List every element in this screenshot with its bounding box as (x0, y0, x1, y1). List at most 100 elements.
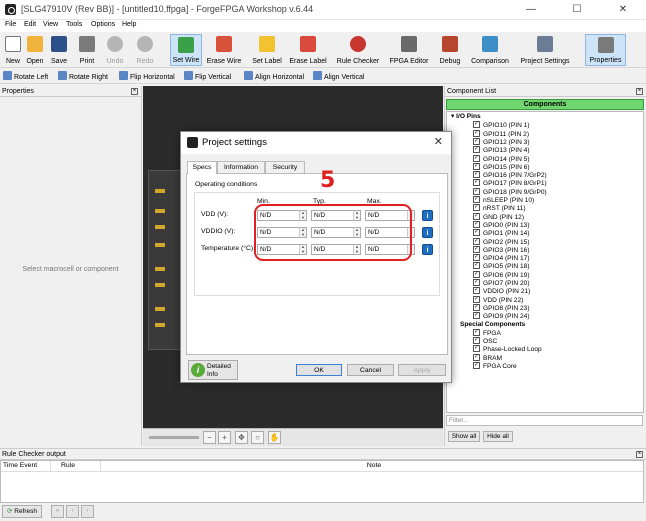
show-all-button[interactable]: Show all (448, 431, 480, 442)
list-item[interactable]: GPIO18 (PIN 9/GrP0) (473, 187, 547, 196)
checkbox-checked-icon[interactable] (473, 295, 480, 303)
flip-vertical-button[interactable]: Flip Vertical (184, 71, 231, 82)
rotate-left-button[interactable]: Rotate Left (3, 71, 48, 82)
tab-information[interactable]: Information (217, 161, 265, 173)
detailed-info-button[interactable]: i Detailed Info (188, 360, 238, 380)
undo-button[interactable]: Undo (103, 34, 127, 66)
list-item[interactable]: GPIO9 (PIN 24) (473, 311, 530, 320)
fit-icon[interactable]: ○ (251, 431, 264, 444)
menu-view[interactable]: View (43, 21, 58, 28)
zoom-in-icon[interactable]: + (218, 431, 231, 444)
checkbox-checked-icon[interactable] (473, 336, 480, 345)
list-item[interactable]: GPIO16 (PIN 7/GrP2) (473, 170, 547, 179)
refresh-button[interactable]: ⟳ Refresh (2, 505, 42, 518)
tab-specs[interactable]: Specs (187, 161, 217, 174)
checkbox-checked-icon[interactable] (473, 170, 480, 179)
open-button[interactable]: Open (24, 34, 46, 66)
list-item[interactable]: GPIO1 (PIN 14) (473, 228, 530, 237)
hand-icon[interactable]: ✋ (268, 431, 281, 444)
checkbox-checked-icon[interactable] (473, 286, 480, 295)
nav-next-icon[interactable]: › (81, 505, 94, 518)
list-item[interactable]: GPIO11 (PIN 2) (473, 129, 529, 138)
checkbox-checked-icon[interactable] (473, 328, 480, 336)
list-item[interactable]: GPIO0 (PIN 13) (473, 220, 530, 229)
close-icon[interactable]: × (636, 451, 643, 458)
filter-input[interactable]: Filter... (446, 415, 643, 426)
checkbox-checked-icon[interactable] (473, 270, 480, 278)
checkbox-checked-icon[interactable] (473, 145, 480, 154)
menu-options[interactable]: Options (91, 21, 115, 28)
list-item[interactable]: nRST (PIN 11) (473, 203, 526, 212)
checkbox-checked-icon[interactable] (473, 212, 480, 220)
nav-first-icon[interactable]: « (51, 505, 64, 518)
comparison-button[interactable]: Comparison (469, 34, 511, 66)
vddio-info-icon[interactable]: i (422, 227, 433, 238)
menu-edit[interactable]: Edit (24, 21, 36, 28)
checkbox-checked-icon[interactable] (473, 187, 480, 195)
list-item[interactable]: GPIO17 (PIN 8/GrP1) (473, 178, 547, 187)
checkbox-checked-icon[interactable] (473, 303, 480, 311)
checkbox-checked-icon[interactable] (473, 353, 480, 361)
list-item[interactable]: GND (PIN 12) (473, 212, 524, 221)
list-item[interactable]: GPIO6 (PIN 19) (473, 270, 530, 279)
nav-prev-icon[interactable]: ‹ (66, 505, 79, 518)
save-button[interactable]: Save (47, 34, 71, 66)
rotate-right-button[interactable]: Rotate Right (58, 71, 108, 82)
checkbox-checked-icon[interactable] (473, 237, 480, 245)
close-icon[interactable]: × (131, 88, 138, 95)
checkbox-checked-icon[interactable] (473, 245, 480, 253)
cancel-button[interactable]: Cancel (347, 364, 394, 376)
ok-button[interactable]: OK (296, 364, 342, 376)
tab-security[interactable]: Security (265, 161, 305, 173)
list-item[interactable]: GPIO3 (PIN 16) (473, 245, 530, 254)
align-vertical-button[interactable]: Align Vertical (313, 71, 364, 82)
checkbox-checked-icon[interactable] (473, 261, 480, 270)
checkbox-checked-icon[interactable] (473, 129, 480, 137)
tree-group[interactable]: Special Components (460, 321, 525, 329)
zoom-out-icon[interactable]: − (203, 431, 216, 444)
list-item[interactable]: GPIO5 (PIN 18) (473, 261, 530, 270)
set-label-button[interactable]: Set Label (249, 34, 285, 66)
menu-help[interactable]: Help (122, 21, 136, 28)
erase-label-button[interactable]: Erase Label (288, 34, 328, 66)
zoom-slider[interactable] (149, 436, 199, 439)
fpga-editor-button[interactable]: FPGA Editor (387, 34, 431, 66)
list-item[interactable]: FPGA Core (473, 361, 517, 370)
checkbox-checked-icon[interactable] (473, 195, 480, 203)
list-item[interactable]: GPIO7 (PIN 20) (473, 278, 530, 287)
properties-button[interactable]: Properties (585, 34, 626, 66)
checkbox-checked-icon[interactable] (473, 120, 480, 129)
minimize-button[interactable]: — (508, 0, 554, 20)
checkbox-checked-icon[interactable] (473, 162, 480, 170)
list-item[interactable]: Phase-Locked Loop (473, 344, 542, 353)
debug-button[interactable]: Debug (436, 34, 464, 66)
list-item[interactable]: VDD (PIN 22) (473, 295, 523, 304)
temperature-info-icon[interactable]: i (422, 244, 433, 255)
list-item[interactable]: GPIO10 (PIN 1) (473, 120, 530, 129)
checkbox-checked-icon[interactable] (473, 253, 480, 262)
checkbox-checked-icon[interactable] (473, 203, 480, 212)
close-icon[interactable]: × (636, 88, 643, 95)
erase-wire-button[interactable]: Erase Wire (205, 34, 243, 66)
dialog-close-icon[interactable]: ✕ (434, 135, 443, 148)
list-item[interactable]: GPIO8 (PIN 23) (473, 303, 530, 312)
list-item[interactable]: GPIO14 (PIN 5) (473, 154, 530, 163)
redo-button[interactable]: Redo (133, 34, 157, 66)
list-item[interactable]: GPIO12 (PIN 3) (473, 137, 530, 146)
pan-icon[interactable]: ✥ (235, 431, 248, 444)
flip-horizontal-button[interactable]: Flip Horizontal (119, 71, 175, 82)
list-item[interactable]: nSLEEP (PIN 10) (473, 195, 534, 204)
checkbox-checked-icon[interactable] (473, 344, 480, 353)
new-button[interactable]: New (2, 34, 24, 66)
project-settings-button[interactable]: Project Settings (518, 34, 572, 66)
menu-tools[interactable]: Tools (66, 21, 82, 28)
checkbox-checked-icon[interactable] (473, 311, 480, 320)
menu-file[interactable]: File (5, 21, 16, 28)
align-horizontal-button[interactable]: Align Horizontal (244, 71, 304, 82)
list-item[interactable]: GPIO15 (PIN 6) (473, 162, 530, 171)
checkbox-checked-icon[interactable] (473, 154, 480, 162)
checkbox-checked-icon[interactable] (473, 220, 480, 228)
rule-checker-button[interactable]: Rule Checker (336, 34, 380, 66)
maximize-button[interactable]: ☐ (554, 0, 600, 20)
close-window-button[interactable]: ✕ (600, 0, 646, 20)
